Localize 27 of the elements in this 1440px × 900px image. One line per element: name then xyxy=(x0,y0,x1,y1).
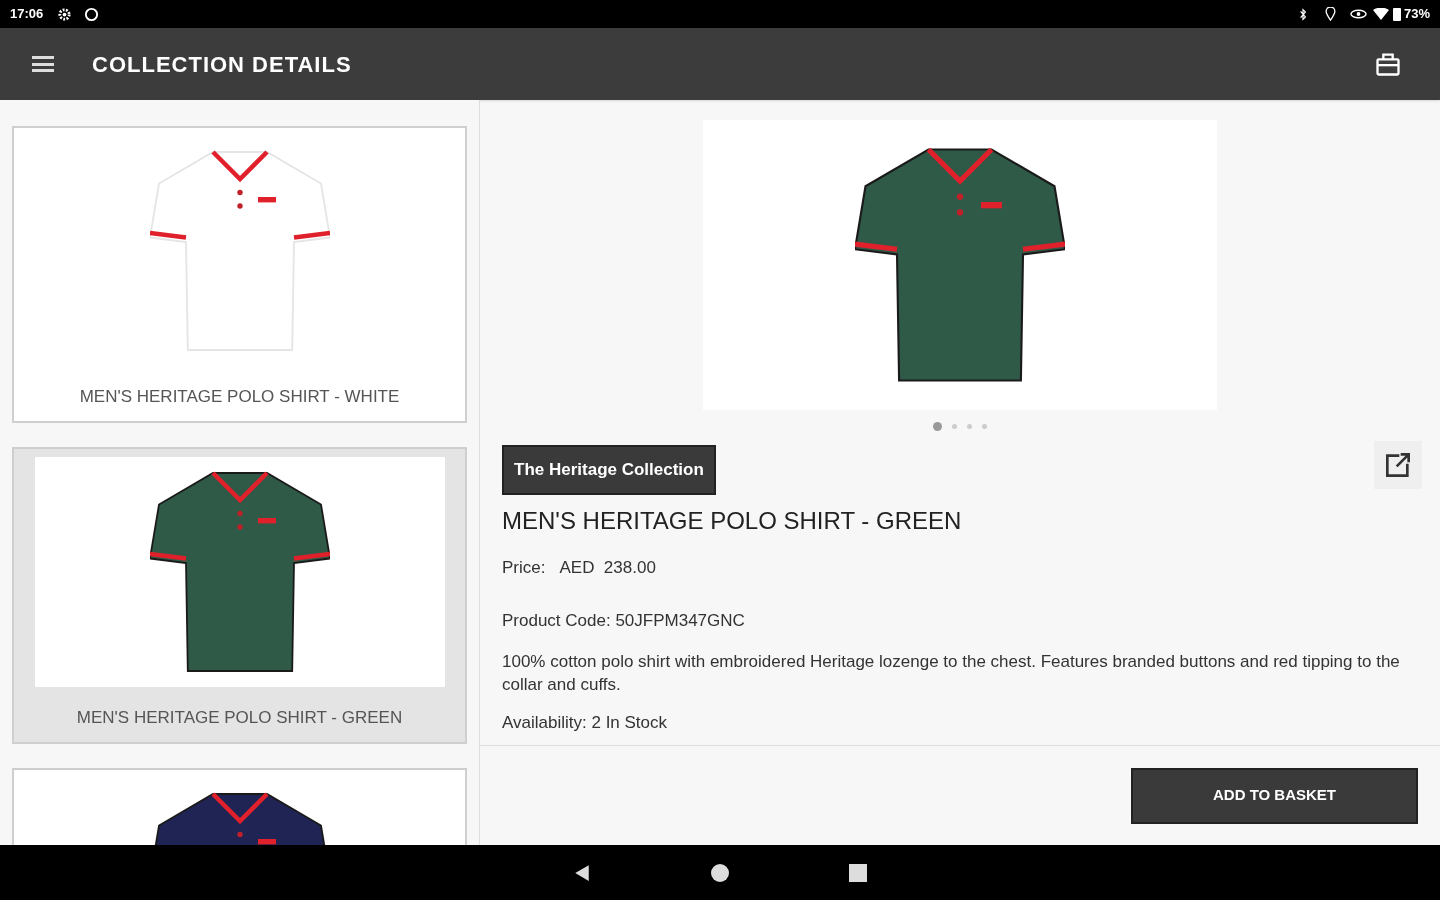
collection-tag: The Heritage Collection xyxy=(502,445,716,495)
eye-icon xyxy=(1349,8,1367,20)
circle-icon xyxy=(84,6,100,22)
product-title: MEN'S HERITAGE POLO SHIRT - GREEN xyxy=(502,505,963,536)
battery-percent: 73% xyxy=(1403,5,1430,24)
recents-icon[interactable] xyxy=(849,863,867,882)
page-title: COLLECTION DETAILS xyxy=(92,50,352,79)
back-icon[interactable] xyxy=(573,863,591,882)
product-code: Product Code: 50JFPM347GNC xyxy=(502,610,746,632)
bluetooth-icon xyxy=(1298,7,1307,21)
price-label: Price: xyxy=(502,556,546,579)
product-card[interactable]: MEN'S HERITAGE POLO SHIRT - GREEN xyxy=(12,447,467,744)
wifi-icon xyxy=(1372,8,1389,20)
gear-icon xyxy=(57,6,73,22)
price-value: AED 238.00 xyxy=(559,556,656,579)
product-name: MEN'S HERITAGE POLO SHIRT - WHITE xyxy=(79,386,400,408)
location-icon xyxy=(1324,7,1336,21)
product-description: 100% cotton polo shirt with embroidered Heritage lozenge to the chest. Features branded buttons and red tipping to the collar and cuffs. xyxy=(502,650,1401,696)
battery-icon xyxy=(1392,7,1401,21)
product-name: MEN'S HERITAGE POLO SHIRT - GREEN xyxy=(76,707,403,729)
share-button[interactable] xyxy=(1374,441,1422,489)
add-to-basket-button[interactable]: ADD TO BASKET xyxy=(1131,767,1418,824)
menu-button[interactable] xyxy=(32,56,54,72)
product-card[interactable]: MEN'S HERITAGE POLO SHIRT - WHITE xyxy=(12,126,467,423)
availability: Availability: 2 In Stock xyxy=(502,711,669,734)
status-time: 17:06 xyxy=(10,5,44,24)
home-icon[interactable] xyxy=(711,863,729,882)
